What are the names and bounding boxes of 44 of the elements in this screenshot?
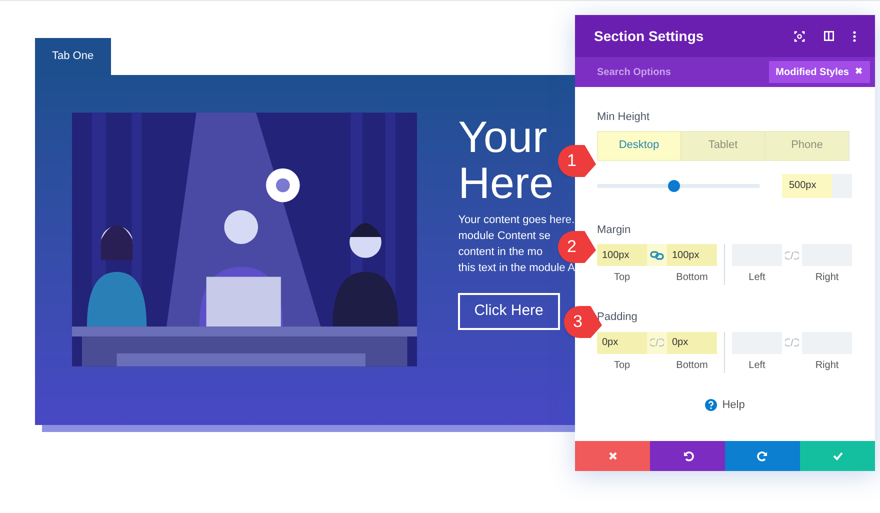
help-icon[interactable] <box>705 398 718 411</box>
slider-thumb[interactable] <box>668 180 680 192</box>
field-caption: Left <box>748 271 766 285</box>
input-field[interactable]: 0px <box>597 332 647 354</box>
field-caption: Bottom <box>675 271 709 285</box>
panel-title: Section Settings <box>594 26 705 46</box>
focus-icon[interactable] <box>794 30 805 42</box>
field-caption: Right <box>814 271 840 285</box>
body-text-line: module Content se <box>458 229 551 244</box>
columns-icon[interactable] <box>824 31 834 41</box>
redo-button[interactable] <box>725 441 800 471</box>
more-icon[interactable] <box>853 30 856 42</box>
close-icon[interactable]: ✖ <box>855 65 863 79</box>
unlink-icon[interactable] <box>785 338 799 347</box>
filter-badge[interactable]: Modified Styles ✖ <box>768 57 875 87</box>
field-label: Margin <box>597 222 632 238</box>
search-field[interactable]: Search Options <box>575 57 769 87</box>
cta-button[interactable]: Click Here <box>458 293 560 330</box>
field-caption: Bottom <box>675 358 709 372</box>
link-icon[interactable] <box>650 250 664 260</box>
unlink-icon[interactable] <box>785 250 799 260</box>
checkmark-icon <box>832 450 844 462</box>
body-text-line: content in the mo <box>458 245 543 260</box>
undo-button[interactable] <box>650 441 725 471</box>
field-caption: Top <box>612 358 632 372</box>
tab[interactable]: Tab One <box>35 38 111 75</box>
heading: Your Here <box>458 115 554 207</box>
input-field[interactable]: 100px <box>667 244 717 266</box>
unlink-icon[interactable] <box>650 338 664 347</box>
save-button[interactable] <box>800 441 875 471</box>
body-text-line: this text in the module A <box>458 261 575 276</box>
close-icon <box>606 450 618 462</box>
help-link[interactable]: Help <box>722 396 745 413</box>
redo-icon <box>756 450 768 462</box>
value-field[interactable]: 500px <box>782 174 852 198</box>
field-label: Min Height <box>597 110 651 125</box>
field-caption: Right <box>814 358 840 372</box>
input-field[interactable]: 100px <box>597 244 647 266</box>
field-caption: Left <box>748 358 766 372</box>
undo-icon <box>682 450 694 462</box>
input-field[interactable]: 0px <box>667 332 717 354</box>
device-tab[interactable]: Desktop <box>597 130 681 160</box>
field-caption: Top <box>612 271 632 285</box>
body-text-line: Your content goes here. <box>458 213 575 228</box>
